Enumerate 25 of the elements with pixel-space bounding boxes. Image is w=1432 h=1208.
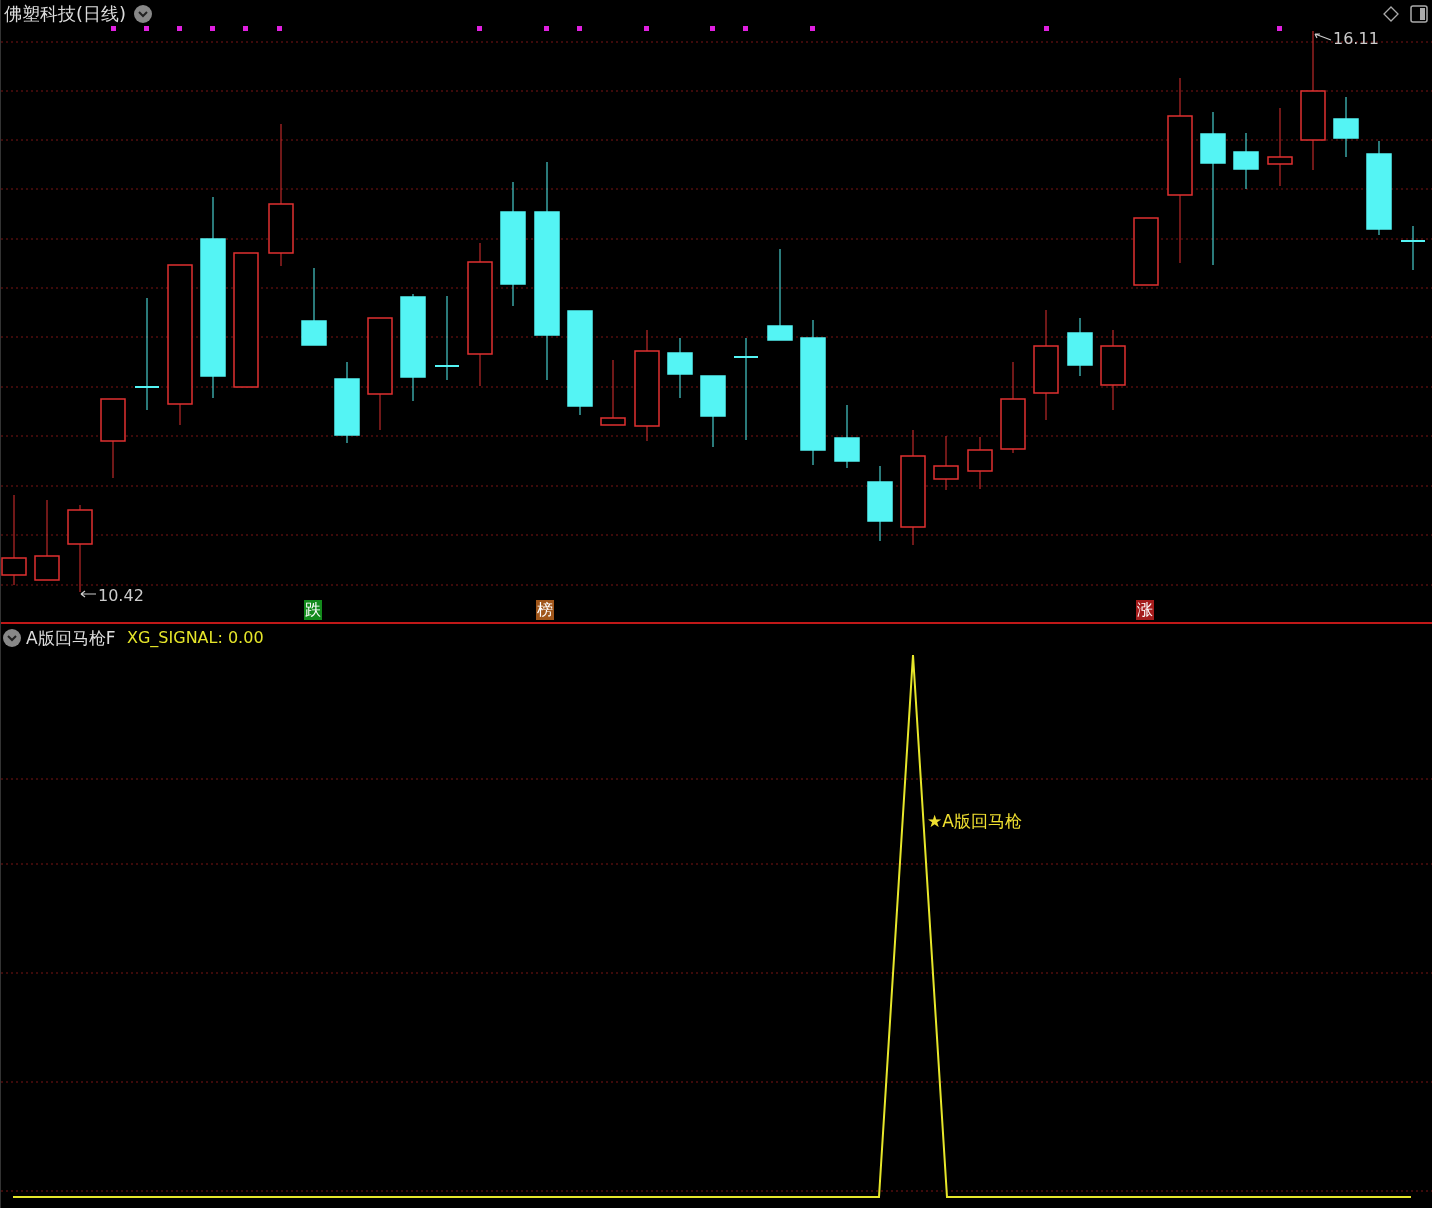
indicator-value: XG_SIGNAL: 0.00 (127, 628, 264, 647)
candlestick (1133, 217, 1159, 286)
leader-arrow (80, 590, 97, 598)
event-marker[interactable]: 涨 (1136, 600, 1154, 620)
event-marker[interactable]: 榜 (536, 600, 554, 620)
signal-label: ★A版回马枪 (927, 810, 1022, 833)
leader-arrow (1314, 33, 1332, 41)
candlestick (1333, 96, 1359, 158)
candlestick (1233, 132, 1259, 190)
diamond-icon[interactable] (1383, 6, 1399, 22)
candlestick (1400, 225, 1426, 271)
chevron-down-icon[interactable] (134, 5, 152, 23)
candlestick (600, 359, 626, 426)
chart-title: 佛塑科技(日线) (4, 2, 127, 26)
panel-toggle-icon[interactable] (1410, 5, 1428, 23)
candlestick (1067, 317, 1093, 377)
chevron-down-icon[interactable] (3, 629, 21, 647)
candlestick (967, 436, 993, 490)
event-marker[interactable]: 跌 (304, 600, 322, 620)
candlestick (667, 337, 693, 399)
indicator-name: A版回马枪F (26, 627, 116, 650)
candlestick (933, 435, 959, 491)
candlestick (834, 404, 860, 469)
high-price-label: 16.11 (1333, 29, 1379, 48)
low-price-label: 10.42 (98, 586, 144, 605)
